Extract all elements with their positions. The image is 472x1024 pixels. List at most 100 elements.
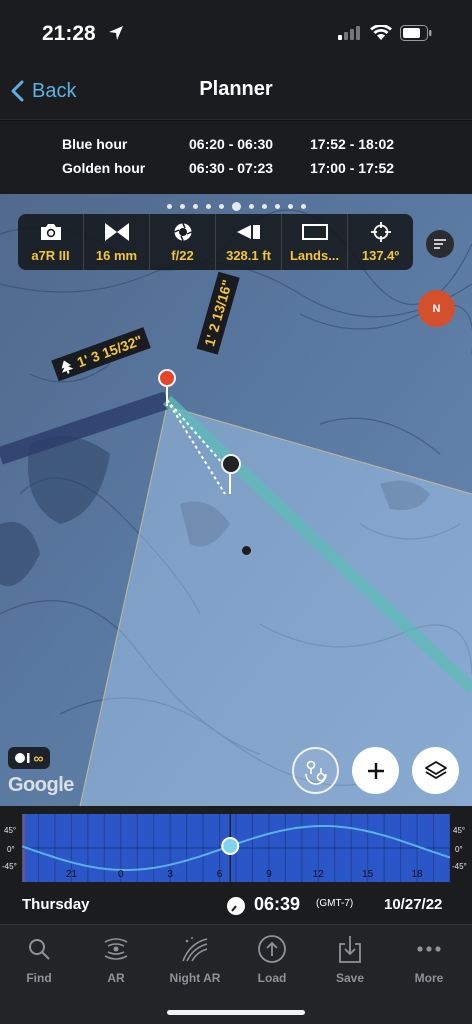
blue-hour-morning: 06:20 - 06:30 — [189, 136, 274, 152]
camera-value: a7R III — [31, 248, 70, 263]
map-menu-button[interactable] — [426, 230, 454, 258]
azimuth-tool[interactable]: 137.4º — [348, 214, 413, 270]
aperture-tool[interactable]: f/22 — [150, 214, 216, 270]
golden-hour-row: Golden hour 06:30 - 07:23 17:00 - 17:52 — [0, 160, 472, 182]
blue-hour-row: Blue hour 06:20 - 06:30 17:52 - 18:02 — [0, 136, 472, 158]
page-dot[interactable] — [179, 204, 185, 210]
ar-icon — [76, 933, 156, 965]
hour-label: 12 — [313, 869, 325, 880]
sun-altitude-chart[interactable]: 21 0 3 6 9 12 15 18 — [22, 814, 450, 882]
focal-length-icon — [104, 223, 129, 241]
page-dot[interactable] — [192, 204, 198, 210]
tab-more[interactable]: More — [389, 933, 469, 985]
tab-load-label: Load — [257, 971, 287, 985]
altitude-tick-left-0: 0° — [7, 845, 15, 854]
tab-more-label: More — [414, 971, 444, 985]
compass-north-label: N — [432, 302, 441, 315]
page-dot[interactable] — [218, 204, 224, 210]
hour-label: 21 — [66, 869, 78, 880]
tab-night-ar-label: Night AR — [169, 971, 221, 985]
blue-hour-label: Blue hour — [62, 136, 128, 152]
battery-icon — [400, 25, 432, 46]
camera-tool[interactable]: a7R III — [18, 214, 84, 270]
layers-icon — [424, 760, 447, 779]
focal-length-tool[interactable]: 16 mm — [84, 214, 150, 270]
tree-icon — [61, 360, 74, 374]
aperture-value: f/22 — [171, 248, 194, 263]
camera-pin[interactable] — [158, 369, 176, 387]
tab-load[interactable]: Load — [232, 933, 312, 985]
page-dot[interactable] — [205, 204, 211, 210]
status-bar: 21:28 — [0, 0, 472, 62]
altitude-tick-left-minus45: -45° — [2, 862, 17, 871]
distance-value: 328.1 ft — [226, 248, 271, 263]
list-icon — [434, 239, 446, 249]
google-attribution: Google — [8, 774, 74, 796]
search-icon — [0, 933, 79, 965]
orientation-tool[interactable]: Lands... — [282, 214, 348, 270]
clock-icon[interactable] — [226, 896, 246, 921]
timezone-label: (GMT-7) — [316, 898, 354, 909]
tab-ar-label: AR — [107, 971, 125, 985]
camera-icon — [40, 224, 61, 240]
sun-moon-position-button[interactable] — [292, 747, 339, 794]
tab-save[interactable]: Save — [310, 933, 390, 985]
moon-phase-toggle[interactable]: ∞ — [8, 747, 50, 769]
page-dot[interactable] — [166, 204, 172, 210]
page-dot[interactable] — [300, 204, 306, 210]
hour-label: 0 — [118, 869, 124, 880]
azimuth-value: 137.4º — [361, 248, 400, 263]
tab-find[interactable]: Find — [0, 933, 79, 985]
sun-moon-icon — [304, 760, 327, 785]
tab-ar[interactable]: AR — [76, 933, 156, 985]
page-indicator[interactable] — [0, 198, 472, 212]
navigation-bar: Back Planner — [0, 62, 472, 120]
focal-length-value: 16 mm — [95, 248, 138, 263]
page-dot[interactable] — [287, 204, 293, 210]
altitude-tick-right-45: 45° — [453, 826, 466, 835]
camera-toolbar: a7R III 16 mm f/22 328.1 ft Lands... 137… — [18, 214, 413, 270]
hour-label: 3 — [167, 869, 173, 880]
tab-find-label: Find — [26, 971, 52, 985]
altitude-tick-right-0: 0° — [455, 845, 463, 854]
selected-time[interactable]: 06:39 — [254, 894, 300, 915]
hour-label: 15 — [362, 869, 374, 880]
distance-tool[interactable]: 328.1 ft — [216, 214, 282, 270]
altitude-tick-right-minus45: -45° — [452, 862, 467, 871]
light-hours-panel: Blue hour 06:20 - 06:30 17:52 - 18:02 Go… — [0, 121, 472, 194]
page-title: Planner — [199, 78, 273, 100]
bottom-tab-bar: Find AR Night AR Load Save More — [0, 924, 472, 1024]
load-icon — [232, 933, 312, 965]
map-layers-button[interactable] — [412, 747, 459, 794]
map-view[interactable]: a7R III 16 mm f/22 328.1 ft Lands... 137… — [0, 194, 472, 806]
crosshair-icon — [370, 222, 391, 242]
page-dot[interactable] — [248, 204, 254, 210]
distance-icon — [236, 225, 260, 239]
hour-label: 18 — [412, 869, 424, 880]
golden-hour-evening: 17:00 - 17:52 — [310, 160, 395, 176]
more-icon — [389, 933, 469, 965]
map-marker-dot[interactable] — [242, 546, 251, 555]
page-dot[interactable] — [261, 204, 267, 210]
moon-phase-icon — [14, 753, 29, 763]
home-indicator[interactable] — [167, 1010, 305, 1015]
altitude-tick-left-45: 45° — [4, 826, 17, 835]
golden-hour-label: Golden hour — [62, 160, 146, 176]
add-pin-button[interactable] — [352, 747, 399, 794]
subject-pin[interactable] — [221, 454, 241, 474]
page-dot[interactable] — [274, 204, 280, 210]
time-scrubber-knob[interactable] — [221, 836, 240, 855]
date-time-row: Thursday 06:39 (GMT-7) 10/27/22 — [0, 888, 472, 924]
plus-icon — [367, 762, 384, 779]
wifi-icon — [370, 24, 392, 46]
status-time: 21:28 — [42, 22, 96, 45]
golden-hour-morning: 06:30 - 07:23 — [189, 160, 274, 176]
selected-date[interactable]: 10/27/22 — [384, 896, 442, 913]
cellular-signal-icon — [338, 26, 362, 45]
page-dot[interactable] — [231, 202, 241, 212]
compass-button[interactable]: N — [418, 290, 455, 327]
tab-night-ar[interactable]: Night AR — [155, 933, 235, 985]
blue-hour-evening: 17:52 - 18:02 — [310, 136, 395, 152]
location-arrow-icon — [108, 25, 124, 46]
sun-timeline[interactable]: 21 0 3 6 9 12 15 18 45° 0° -45° 45° 0° -45° — [0, 806, 472, 888]
